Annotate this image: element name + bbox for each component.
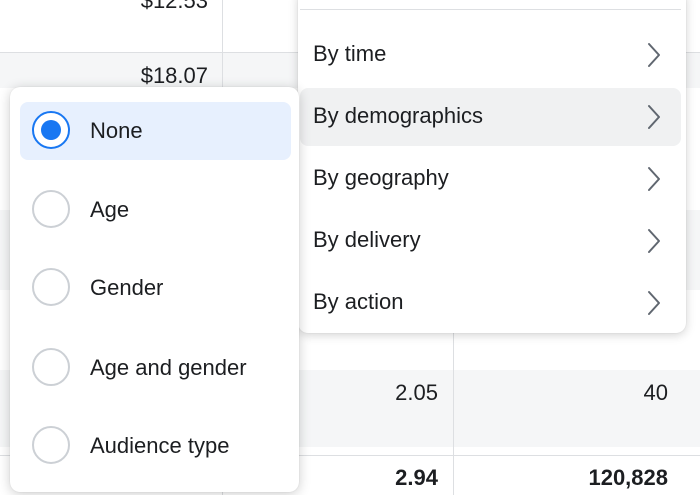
table-total-value: 120,828 [588,465,668,490]
radio-option-label: None [90,118,143,143]
menu-item-by-time[interactable]: By time [300,26,681,84]
table-cell-amount: $12.53 [140,0,208,13]
menu-item-label: By time [313,41,387,66]
radio-button-selected[interactable] [32,111,70,149]
menu-item-by-demographics[interactable]: By demographics [300,88,681,146]
chevron-right-icon [648,105,660,129]
table-cell-amount: $18.07 [140,63,208,88]
menu-item-label: By delivery [313,227,421,252]
menu-item-label: By action [313,289,404,314]
table-cell-value: 40 [643,380,668,405]
radio-option-label: Audience type [90,433,230,458]
radio-button[interactable] [32,348,70,386]
chevron-right-icon [648,291,660,315]
table-total-value: 2.94 [395,465,438,490]
radio-button[interactable] [32,426,70,464]
chevron-right-icon [648,229,660,253]
menu-item-label: By demographics [313,103,483,128]
chevron-right-icon [648,167,660,191]
table-cell-value: 2.05 [395,380,438,405]
menu-item-by-delivery[interactable]: By delivery [300,212,681,270]
menu-divider [300,9,681,10]
radio-button[interactable] [32,268,70,306]
radio-dot [41,120,61,140]
menu-item-label: By geography [313,165,449,190]
chevron-right-icon [648,43,660,67]
radio-option-label: Gender [90,275,164,300]
radio-option-audience-type[interactable]: Audience type [20,417,291,475]
radio-option-gender[interactable]: Gender [20,259,291,317]
radio-option-label: Age [90,197,130,222]
radio-option-age-and-gender[interactable]: Age and gender [20,339,291,397]
menu-item-by-geography[interactable]: By geography [300,150,681,208]
radio-button[interactable] [32,190,70,228]
radio-option-age[interactable]: Age [20,181,291,239]
menu-item-by-action[interactable]: By action [300,274,681,332]
radio-option-label: Age and gender [90,355,247,380]
radio-option-none[interactable]: None [20,102,291,160]
